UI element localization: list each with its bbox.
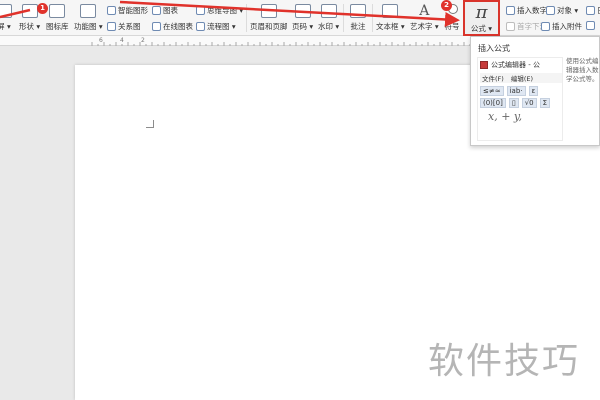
arrow-2: [119, 0, 460, 27]
symbol-group: ε: [528, 85, 539, 96]
editor-menu-file: 文件(F): [482, 75, 504, 83]
annotation-arrows: [0, 0, 460, 27]
editor-formula: x, + y,: [488, 110, 523, 123]
arrow-1: [0, 8, 31, 19]
template-group: ▯: [508, 97, 519, 108]
editor-title: 公式编辑器 - 公: [491, 61, 540, 69]
symbol-group: ≤≠≈: [480, 85, 504, 96]
popup-description: 使用公式编辑器插入数学公式等。: [566, 57, 599, 83]
formula-editor-preview[interactable]: 公式编辑器 - 公 文件(F) 编辑(E) ≤≠≈ ⅰab· ε (0)[0] …: [477, 57, 563, 141]
template-group: √0: [521, 97, 537, 108]
template-group: Σ: [539, 97, 551, 108]
watermark-text: 软件技巧: [428, 341, 581, 382]
editor-template-row: (0)[0] ▯ √0 Σ: [480, 97, 562, 108]
editor-symbol-row: ≤≠≈ ⅰab· ε: [480, 85, 562, 96]
symbol-group: ⅰab·: [506, 85, 526, 96]
editor-menubar: 文件(F) 编辑(E): [480, 73, 562, 83]
equation-editor-icon: [480, 61, 488, 69]
editor-titlebar: 公式编辑器 - 公: [480, 60, 540, 70]
margin-corner-mark: [146, 120, 154, 128]
template-group: (0)[0]: [480, 97, 506, 108]
step-badge-1: 1: [37, 3, 48, 14]
step-badge-2: 2: [441, 0, 452, 11]
editor-menu-edit: 编辑(E): [510, 75, 533, 83]
